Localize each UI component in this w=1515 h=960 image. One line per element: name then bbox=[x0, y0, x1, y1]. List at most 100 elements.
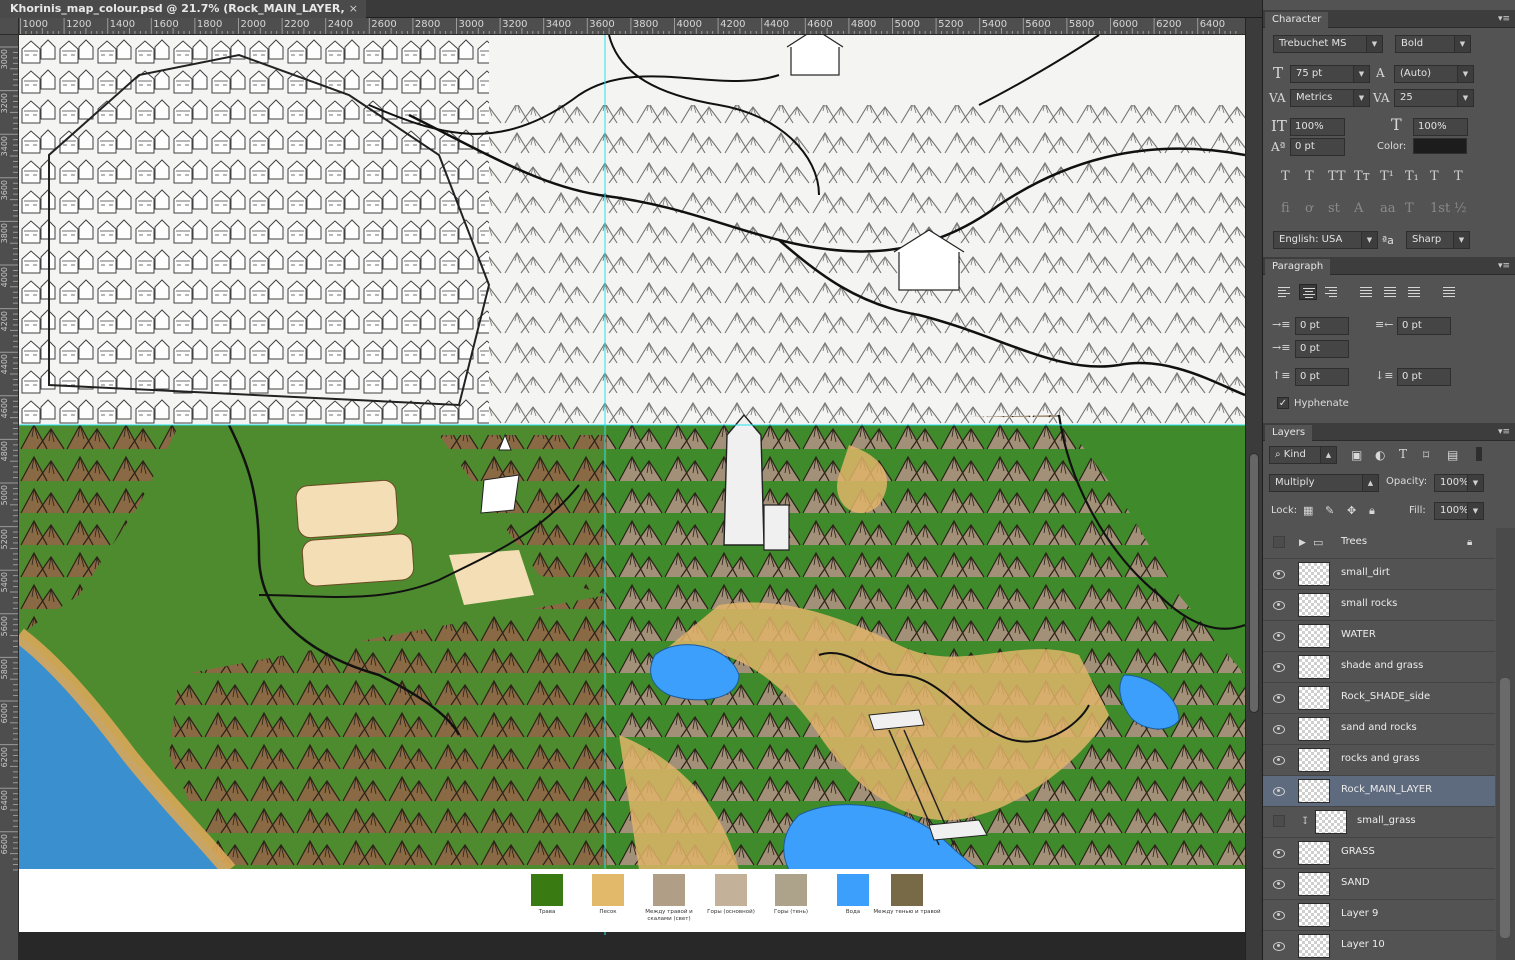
layer-name[interactable]: small rocks bbox=[1341, 598, 1397, 609]
type-filter-icon[interactable]: T bbox=[1399, 447, 1407, 461]
layer-row[interactable]: SAND bbox=[1263, 869, 1495, 900]
layer-thumbnail[interactable] bbox=[1298, 593, 1330, 617]
eye-icon[interactable] bbox=[1272, 908, 1286, 922]
layer-thumbnail[interactable] bbox=[1298, 779, 1330, 803]
layers-scrollbar[interactable] bbox=[1496, 528, 1515, 960]
visibility-off-toggle[interactable] bbox=[1273, 815, 1285, 827]
indent-left-field[interactable]: 0 pt bbox=[1295, 317, 1349, 335]
layer-thumbnail[interactable] bbox=[1298, 903, 1330, 927]
eye-icon[interactable] bbox=[1272, 877, 1286, 891]
document-tab[interactable]: Khorinis_map_colour.psd @ 21.7% (Rock_MA… bbox=[0, 0, 366, 33]
layer-name[interactable]: WATER bbox=[1341, 629, 1376, 640]
opentype-feature-button[interactable]: A bbox=[1354, 201, 1363, 216]
layer-thumbnail[interactable] bbox=[1298, 624, 1330, 648]
tab-layers[interactable]: Layers bbox=[1265, 425, 1313, 441]
opentype-feature-button[interactable]: aa bbox=[1380, 201, 1396, 216]
layer-row[interactable]: GRASS bbox=[1263, 838, 1495, 869]
opentype-feature-button[interactable]: T bbox=[1405, 201, 1414, 216]
layer-row[interactable]: shade and grass bbox=[1263, 652, 1495, 683]
horizontal-scale-field[interactable]: 100% bbox=[1413, 118, 1468, 136]
layer-thumbnail[interactable] bbox=[1315, 810, 1347, 834]
layer-filter-select[interactable]: ⌕ Kind ▲ bbox=[1269, 446, 1337, 464]
lock-position-icon[interactable]: ✥ bbox=[1347, 504, 1356, 518]
layer-row[interactable]: small rocks bbox=[1263, 590, 1495, 621]
type-style-button[interactable]: T bbox=[1430, 169, 1439, 184]
layer-thumbnail[interactable] bbox=[1298, 748, 1330, 772]
canvas-scroll-thumb[interactable] bbox=[1249, 453, 1259, 713]
eye-icon[interactable] bbox=[1272, 567, 1286, 581]
layers-scroll-thumb[interactable] bbox=[1500, 678, 1510, 938]
layer-row[interactable]: ▶ ▭ 🔒︎ Trees bbox=[1263, 528, 1495, 559]
layer-name[interactable]: small_dirt bbox=[1341, 567, 1390, 578]
map-artwork[interactable] bbox=[19, 35, 1245, 935]
adjustment-filter-icon[interactable]: ◐ bbox=[1375, 448, 1385, 462]
opentype-feature-button[interactable]: 1st bbox=[1430, 201, 1450, 216]
align-just-right-icon[interactable] bbox=[1405, 284, 1423, 300]
ruler-origin[interactable] bbox=[0, 18, 19, 35]
layer-thumbnail[interactable] bbox=[1298, 934, 1330, 958]
indent-right-field[interactable]: 0 pt bbox=[1397, 317, 1451, 335]
layer-name[interactable]: Layer 9 bbox=[1341, 908, 1378, 919]
eye-icon[interactable] bbox=[1272, 939, 1286, 953]
shape-filter-icon[interactable]: ⌑ bbox=[1423, 448, 1429, 462]
layer-thumbnail[interactable] bbox=[1298, 686, 1330, 710]
tab-paragraph[interactable]: Paragraph bbox=[1265, 259, 1331, 275]
type-style-button[interactable]: T bbox=[1281, 169, 1290, 184]
opentype-feature-button[interactable]: ơ bbox=[1305, 201, 1313, 216]
align-just-center-icon[interactable] bbox=[1381, 284, 1399, 300]
layer-thumbnail[interactable] bbox=[1298, 562, 1330, 586]
kerning-select[interactable]: Metrics ▼ bbox=[1290, 89, 1370, 107]
language-select[interactable]: English: USA ▼ bbox=[1273, 231, 1378, 249]
eye-icon[interactable] bbox=[1272, 753, 1286, 767]
panel-menu-icon[interactable]: ▾≡ bbox=[1498, 14, 1510, 24]
layer-thumbnail[interactable] bbox=[1298, 717, 1330, 741]
type-style-button[interactable]: TT bbox=[1328, 169, 1346, 184]
layer-row[interactable]: Layer 9 bbox=[1263, 900, 1495, 931]
align-left-icon[interactable] bbox=[1275, 284, 1293, 300]
opacity-field[interactable]: 100% ▼ bbox=[1434, 474, 1484, 492]
tracking-select[interactable]: 25 ▼ bbox=[1394, 89, 1474, 107]
canvas-vertical-scrollbar[interactable] bbox=[1245, 18, 1262, 960]
layer-thumbnail[interactable] bbox=[1298, 872, 1330, 896]
text-color-swatch[interactable] bbox=[1413, 138, 1467, 154]
pixel-filter-icon[interactable]: ▣ bbox=[1351, 448, 1362, 462]
space-before-field[interactable]: 0 pt bbox=[1295, 368, 1349, 386]
layer-name[interactable]: shade and grass bbox=[1341, 660, 1423, 671]
layer-name[interactable]: Rock_SHADE_side bbox=[1341, 691, 1430, 702]
layer-row[interactable]: small_dirt bbox=[1263, 559, 1495, 590]
lock-transparent-pixels-icon[interactable]: ▦ bbox=[1303, 504, 1313, 518]
lock-image-pixels-icon[interactable]: ✎ bbox=[1325, 504, 1334, 518]
layer-row[interactable]: sand and rocks bbox=[1263, 714, 1495, 745]
leading-select[interactable]: (Auto) ▼ bbox=[1394, 65, 1474, 83]
align-just-all-icon[interactable] bbox=[1440, 284, 1458, 300]
filter-toggle[interactable] bbox=[1476, 447, 1482, 461]
layer-name[interactable]: SAND bbox=[1341, 877, 1370, 888]
align-center-icon[interactable] bbox=[1299, 284, 1317, 300]
eye-icon[interactable] bbox=[1272, 691, 1286, 705]
layer-name[interactable]: sand and rocks bbox=[1341, 722, 1417, 733]
layer-name[interactable]: GRASS bbox=[1341, 846, 1375, 857]
hyphenate-checkbox[interactable]: ✓ bbox=[1277, 397, 1289, 409]
eye-icon[interactable] bbox=[1272, 660, 1286, 674]
eye-icon[interactable] bbox=[1272, 629, 1286, 643]
layer-row[interactable]: WATER bbox=[1263, 621, 1495, 652]
layer-name[interactable]: Rock_MAIN_LAYER bbox=[1341, 784, 1432, 795]
indent-first-line-field[interactable]: 0 pt bbox=[1295, 340, 1349, 358]
opentype-feature-button[interactable]: ½ bbox=[1454, 201, 1467, 216]
panel-menu-icon[interactable]: ▾≡ bbox=[1498, 261, 1510, 271]
type-style-button[interactable]: T bbox=[1454, 169, 1463, 184]
layer-name[interactable]: Layer 10 bbox=[1341, 939, 1385, 950]
document-canvas[interactable]: Трава Песок Между травой и скалами (свет) Г… bbox=[19, 35, 1245, 960]
layer-thumbnail[interactable] bbox=[1298, 655, 1330, 679]
space-after-field[interactable]: 0 pt bbox=[1397, 368, 1451, 386]
eye-icon[interactable] bbox=[1272, 846, 1286, 860]
opentype-feature-button[interactable]: fi bbox=[1281, 201, 1290, 216]
expand-group-icon[interactable]: ▶ bbox=[1299, 536, 1306, 550]
font-size-select[interactable]: 75 pt ▼ bbox=[1290, 65, 1370, 83]
layer-row[interactable]: Layer 10 bbox=[1263, 931, 1495, 960]
eye-icon[interactable] bbox=[1272, 784, 1286, 798]
eye-icon[interactable] bbox=[1272, 598, 1286, 612]
panel-menu-icon[interactable]: ▾≡ bbox=[1498, 427, 1510, 437]
vertical-ruler[interactable]: 3000 3200 3400 3600 3800 4000 4200 4400 4600 4800… bbox=[0, 35, 19, 960]
layer-name[interactable]: rocks and grass bbox=[1341, 753, 1420, 764]
